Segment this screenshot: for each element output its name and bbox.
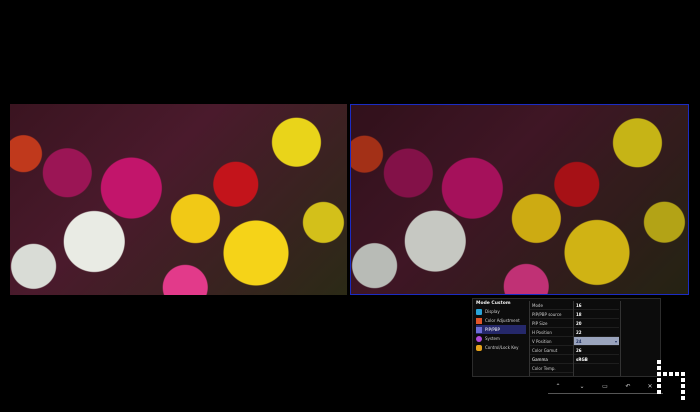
close-icon[interactable]: ✕ [646,383,654,391]
value-option[interactable]: 18 [574,310,619,319]
divider [548,393,663,394]
value-option-selected[interactable]: 24 ▾ [574,337,619,346]
color-adjustment-icon [476,317,482,324]
display-icon [476,308,482,315]
value-option[interactable]: 16 [574,301,619,310]
osd-values-list: 16 18 20 22 24 ▾ 26 sRGB [573,301,619,376]
pip-main-image [10,104,347,295]
up-icon[interactable]: ⌃ [554,383,562,391]
menu-item-system[interactable]: System [476,334,526,343]
osd-menu: Mode Custom Display Color Adjustment PIP… [472,298,661,377]
menu-item-label: Display [485,309,500,314]
menu-item-label: PIP/PBP [485,327,500,332]
pip-sub-image [350,104,689,295]
setting-pip-pbp-source[interactable]: PIP/PBP source [530,310,574,319]
setting-v-position[interactable]: V Position [530,337,574,346]
menu-item-label: Color Adjustment [485,318,520,323]
setting-color-temp[interactable]: Color Temp. [530,364,574,373]
value-option[interactable]: 22 [574,328,619,337]
value-option[interactable]: 26 [574,346,619,355]
watermark-logo [657,360,691,402]
system-icon [476,335,482,342]
menu-item-color-adjustment[interactable]: Color Adjustment [476,316,526,325]
osd-settings-list: Mode PIP/PBP source PIP Size H Position … [529,301,574,376]
return-icon[interactable]: ↶ [624,383,632,391]
menu-item-pip-pbp[interactable]: PIP/PBP [476,325,526,334]
setting-gamma[interactable]: Gamma [530,355,574,364]
menu-item-display[interactable]: Display [476,307,526,316]
osd-main-menu: Display Color Adjustment PIP/PBP System … [476,307,526,352]
osd-title: Mode Custom [476,301,511,306]
menu-item-label: Control/Lock Key [485,345,519,350]
osd-button-row: ⌃ ⌄ ▭ ↶ ✕ [548,383,668,394]
menu-item-label: System [485,336,500,341]
lock-key-icon [476,344,482,351]
osd-empty-column [620,301,659,376]
value-option[interactable]: sRGB [574,355,619,364]
pip-pbp-icon [476,326,482,333]
enter-icon[interactable]: ▭ [601,383,609,391]
setting-h-position[interactable]: H Position [530,328,574,337]
setting-pip-size[interactable]: PIP Size [530,319,574,328]
value-option[interactable]: 20 [574,319,619,328]
menu-item-control-lock-key[interactable]: Control/Lock Key [476,343,526,352]
setting-mode[interactable]: Mode [530,301,574,310]
value-option-label: 24 [576,338,582,344]
chevron-down-icon: ▾ [614,338,617,344]
down-icon[interactable]: ⌄ [578,383,586,391]
setting-color-gamut[interactable]: Color Gamut [530,346,574,355]
